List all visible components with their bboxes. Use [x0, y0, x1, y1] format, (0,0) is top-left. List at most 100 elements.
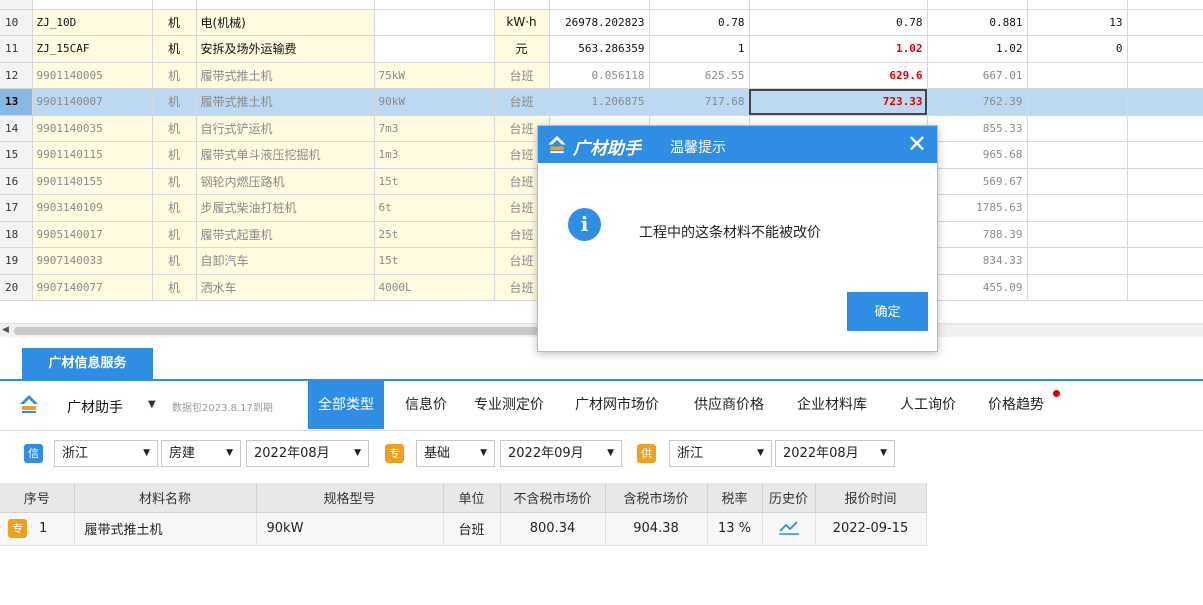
grid-cell-extra[interactable] — [1127, 221, 1203, 248]
type-tab-manual-inquiry[interactable]: 人工询价 — [900, 381, 956, 429]
material-name[interactable]: 自行式铲运机 — [196, 115, 375, 142]
tax-rate[interactable] — [1027, 88, 1128, 116]
type-tab-enterprise-library[interactable]: 企业材料库 — [797, 381, 867, 429]
scrollbar-thumb[interactable] — [14, 327, 574, 335]
supply-region-select[interactable]: 浙江 ▼ — [669, 440, 772, 467]
trend-chart-icon[interactable] — [778, 519, 800, 535]
row-number[interactable]: 15 — [0, 141, 33, 169]
row-history-cell[interactable] — [762, 512, 816, 546]
material-spec[interactable]: 15t — [374, 247, 495, 275]
table-row[interactable]: 13 9901140007 机履带式推土机 90kW 台班 1.206875 717.68 7… — [0, 88, 1203, 116]
material-quantity[interactable]: 1.206875 — [549, 88, 650, 116]
grid-cell-extra[interactable] — [1127, 88, 1203, 116]
tax-price[interactable]: 1785.63 — [927, 194, 1028, 222]
material-unit[interactable]: kW·h — [494, 9, 550, 36]
info-region-select[interactable]: 浙江 ▼ — [54, 440, 158, 467]
type-tab-supplier-price[interactable]: 供应商价格 — [694, 381, 764, 429]
type-tab-info-price[interactable]: 信息价 — [405, 381, 447, 429]
material-code[interactable]: ZJ_15CAF — [32, 35, 153, 63]
tax-rate[interactable]: 0 — [1027, 35, 1128, 63]
market-price[interactable]: 0.78 — [749, 9, 928, 36]
material-spec[interactable]: 4000L — [374, 274, 495, 301]
table-row[interactable]: 12 9901140005 机履带式推土机 75kW 台班 0.056118 625.55 6… — [0, 62, 1203, 89]
material-category[interactable]: 机 — [152, 194, 197, 222]
tax-price[interactable]: 1.02 — [927, 35, 1028, 63]
material-code[interactable]: 9901140115 — [32, 141, 153, 169]
grid-cell-extra[interactable] — [1127, 35, 1203, 63]
col-header-unit[interactable]: 单位 — [443, 483, 501, 513]
tax-price[interactable]: 834.33 — [927, 247, 1028, 275]
material-name[interactable]: 履带式单斗液压挖掘机 — [196, 141, 375, 169]
material-name[interactable]: 步履式柴油打桩机 — [196, 194, 375, 222]
tax-rate[interactable] — [1027, 168, 1128, 195]
material-spec[interactable]: 25t — [374, 221, 495, 248]
tax-rate[interactable] — [1027, 194, 1128, 222]
pro-period-select[interactable]: 2022年09月 ▼ — [500, 440, 622, 467]
market-price[interactable]: 629.6 — [749, 62, 928, 89]
tax-price[interactable]: 569.67 — [927, 168, 1028, 195]
tax-rate[interactable] — [1027, 247, 1128, 275]
tax-rate[interactable] — [1027, 62, 1128, 89]
material-category[interactable]: 机 — [152, 88, 197, 116]
assistant-caret-icon[interactable]: ▼ — [148, 399, 156, 410]
material-category[interactable]: 机 — [152, 274, 197, 301]
material-spec[interactable] — [374, 35, 495, 63]
material-code[interactable]: 9905140017 — [32, 221, 153, 248]
type-tab-all[interactable]: 全部类型 — [308, 381, 384, 429]
material-name[interactable]: 安拆及场外运输费 — [196, 35, 375, 63]
col-header-no[interactable]: 序号 — [0, 483, 75, 513]
material-category[interactable]: 机 — [152, 62, 197, 89]
tax-price[interactable]: 0.881 — [927, 9, 1028, 36]
tax-price[interactable]: 855.33 — [927, 115, 1028, 142]
grid-cell-extra[interactable] — [1127, 247, 1203, 275]
col-header-quote-date[interactable]: 报价时间 — [815, 483, 927, 513]
table-row[interactable]: 专1 履带式推土机 90kW 台班 800.34 904.38 13 % 202… — [0, 512, 927, 546]
tax-rate[interactable] — [1027, 274, 1128, 301]
tax-price[interactable]: 455.09 — [927, 274, 1028, 301]
tax-price[interactable]: 788.39 — [927, 221, 1028, 248]
tax-price[interactable]: 762.39 — [927, 88, 1028, 116]
info-period-select[interactable]: 2022年08月 ▼ — [246, 440, 369, 467]
col-header-name[interactable]: 材料名称 — [74, 483, 257, 513]
market-price[interactable]: 723.33 — [749, 88, 928, 116]
grid-cell-extra[interactable] — [1127, 168, 1203, 195]
material-quantity[interactable]: 0.056118 — [549, 62, 650, 89]
row-number[interactable]: 19 — [0, 247, 33, 275]
material-name[interactable]: 洒水车 — [196, 274, 375, 301]
col-header-spec[interactable]: 规格型号 — [256, 483, 444, 513]
col-header-price-ex-tax[interactable]: 不含税市场价 — [500, 483, 606, 513]
grid-cell-extra[interactable] — [1127, 62, 1203, 89]
material-code[interactable]: 9903140109 — [32, 194, 153, 222]
tax-rate[interactable] — [1027, 141, 1128, 169]
dialog-header[interactable]: 广材助手 温馨提示 ✕ — [538, 126, 937, 163]
material-code[interactable]: 9901140005 — [32, 62, 153, 89]
budget-price[interactable]: 717.68 — [649, 88, 750, 116]
grid-cell-extra[interactable] — [1127, 194, 1203, 222]
budget-price[interactable]: 625.55 — [649, 62, 750, 89]
col-header-price-in-tax[interactable]: 含税市场价 — [605, 483, 708, 513]
tax-price[interactable]: 667.01 — [927, 62, 1028, 89]
material-unit[interactable]: 台班 — [494, 88, 550, 116]
close-icon[interactable]: ✕ — [907, 130, 927, 158]
guangcai-logo-icon[interactable] — [18, 393, 40, 415]
material-spec[interactable]: 75kW — [374, 62, 495, 89]
material-category[interactable]: 机 — [152, 35, 197, 63]
material-name[interactable]: 自卸汽车 — [196, 247, 375, 275]
market-price[interactable]: 1.02 — [749, 35, 928, 63]
material-spec[interactable]: 7m3 — [374, 115, 495, 142]
grid-cell-extra[interactable] — [1127, 9, 1203, 36]
material-name[interactable]: 履带式推土机 — [196, 62, 375, 89]
row-number[interactable]: 12 — [0, 62, 33, 89]
tax-rate[interactable] — [1027, 221, 1128, 248]
scroll-left-icon[interactable]: ◀ — [2, 325, 9, 335]
tax-price[interactable]: 965.68 — [927, 141, 1028, 169]
type-tab-market-price[interactable]: 广材网市场价 — [575, 381, 659, 429]
assistant-menu[interactable]: 广材助手 — [67, 397, 123, 417]
row-number[interactable]: 10 — [0, 9, 33, 36]
material-name[interactable]: 电(机械) — [196, 9, 375, 36]
material-category[interactable]: 机 — [152, 141, 197, 169]
material-name[interactable]: 钢轮内燃压路机 — [196, 168, 375, 195]
material-code[interactable]: 9901140155 — [32, 168, 153, 195]
material-code[interactable]: 9907140077 — [32, 274, 153, 301]
grid-cell-extra[interactable] — [1127, 274, 1203, 301]
